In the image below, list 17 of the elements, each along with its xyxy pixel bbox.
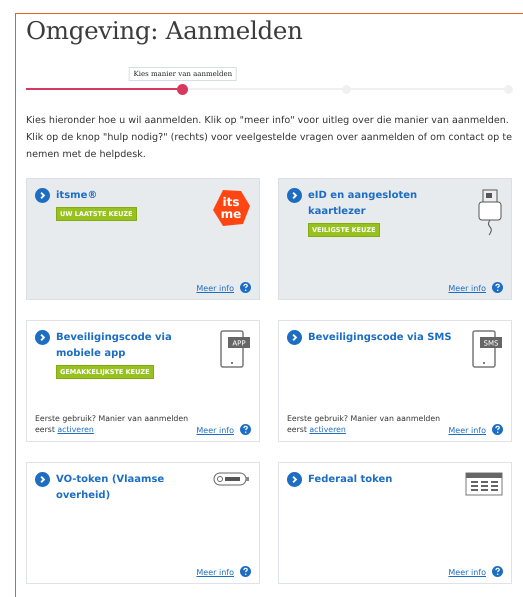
method-title: Federaal token — [308, 473, 392, 487]
more-info-link[interactable]: Meer info — [448, 284, 486, 293]
more-info-link[interactable]: Meer info — [448, 426, 486, 435]
method-title: Beveiligingscode via SMS — [308, 331, 452, 345]
method-title: eID en aangesloten kaartlezer — [308, 189, 418, 219]
method-title: VO-token (Vlaamse overheid) — [56, 473, 166, 503]
more-info-link[interactable]: Meer info — [196, 426, 234, 435]
method-title: itsme® — [56, 189, 98, 203]
more-info-link[interactable]: Meer info — [448, 568, 486, 577]
login-method-card[interactable]: Federaal token Meer info — [278, 462, 512, 584]
login-method-card[interactable]: VO-token (Vlaamse overheid) Meer info — [26, 462, 260, 584]
method-title: Beveiligingscode via mobiele app — [56, 331, 173, 361]
page-title: Omgeving: Aanmelden — [26, 16, 304, 45]
intro-text: Kies hieronder hoe u wil aanmelden. Klik op "meer info" voor uitleg over die manier van aanmelden. Klik op de knop "hulp nodig?" (rechts) voor veelgestelde vragen over aanmelden of om contact op te nemen met de helpdesk. — [26, 114, 513, 162]
more-info-link[interactable]: Meer info — [196, 568, 234, 577]
itsme-logo: its me — [211, 188, 251, 228]
more-info-link[interactable]: Meer info — [196, 284, 234, 293]
